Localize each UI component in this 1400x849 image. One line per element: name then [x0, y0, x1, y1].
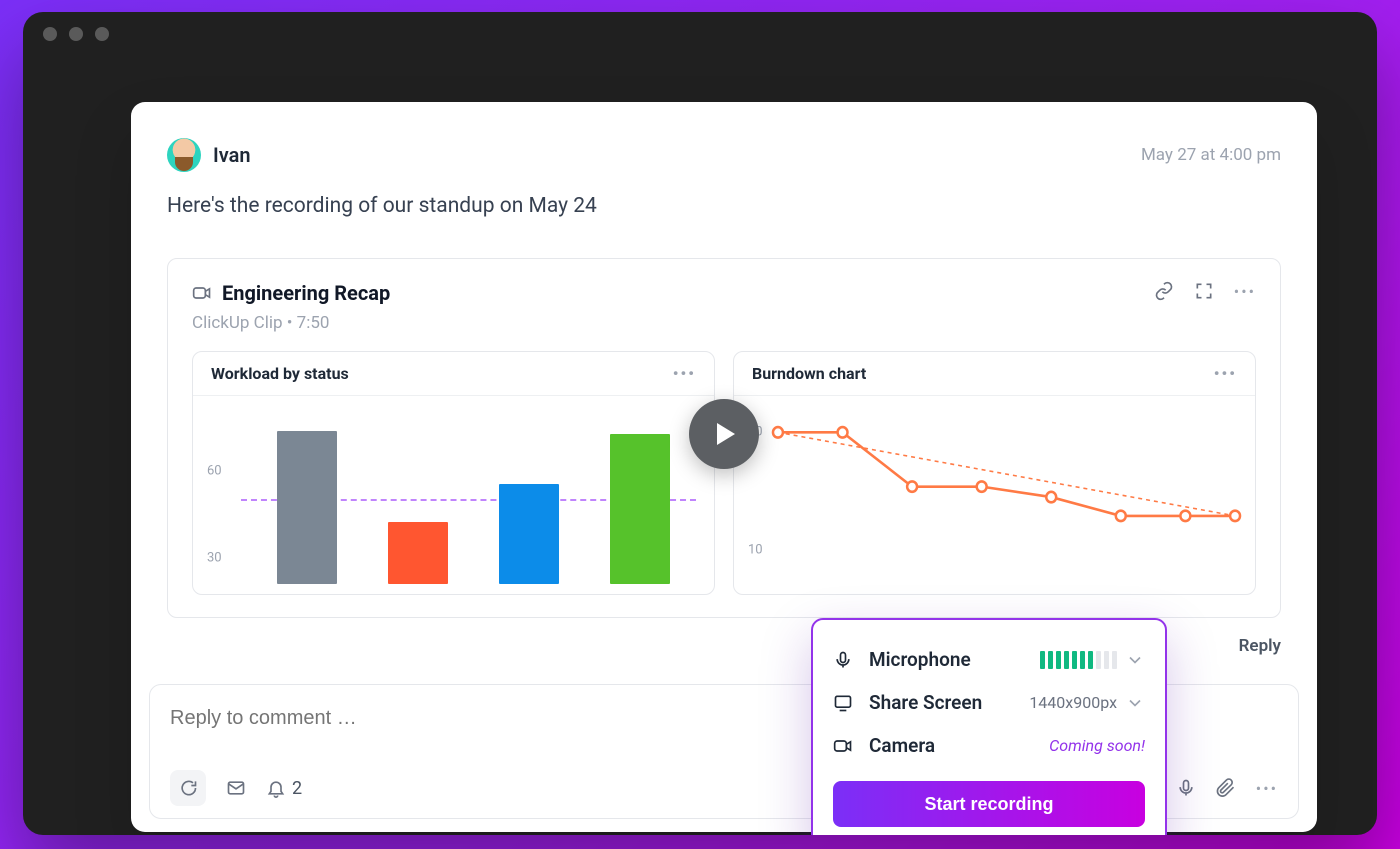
comment: Ivan May 27 at 4:00 pm Here's the record…	[131, 102, 1317, 236]
author-name: Ivan	[213, 143, 251, 167]
y-tick-10: 10	[748, 543, 763, 558]
chart-workload: Workload by status ••• 60 30	[192, 351, 715, 595]
recording-popover: Microphone Share Screen 1440x	[811, 618, 1167, 835]
traffic-light-minimize[interactable]	[69, 27, 83, 41]
y-tick-60: 60	[207, 464, 222, 479]
more-icon[interactable]: •••	[1234, 282, 1256, 301]
bar-2	[388, 522, 448, 584]
composer-more-icon[interactable]: •••	[1256, 779, 1278, 798]
start-recording-button[interactable]: Start recording	[833, 781, 1145, 827]
traffic-light-zoom[interactable]	[95, 27, 109, 41]
mic-label: Microphone	[869, 648, 971, 671]
mail-icon[interactable]	[226, 778, 246, 798]
mic-meter	[1040, 651, 1117, 669]
comment-mode-icon[interactable]	[170, 770, 206, 806]
clip-card: Engineering Recap ClickUp Clip • 7:50 ••…	[167, 258, 1281, 618]
chart-burndown-title: Burndown chart	[752, 364, 866, 383]
notification-count-value: 2	[292, 778, 302, 799]
link-icon[interactable]	[1154, 281, 1174, 301]
bar-1	[277, 431, 337, 584]
comments-panel: Ivan May 27 at 4:00 pm Here's the record…	[131, 102, 1317, 832]
share-value: 1440x900px	[1029, 693, 1117, 712]
popover-camera-row: Camera Coming soon!	[833, 724, 1145, 767]
camera-note: Coming soon!	[1049, 736, 1145, 755]
play-icon	[715, 421, 737, 447]
popover-share-row[interactable]: Share Screen 1440x900px	[833, 681, 1145, 724]
share-label: Share Screen	[869, 691, 982, 714]
play-button[interactable]	[689, 399, 759, 469]
popover-mic-row[interactable]: Microphone	[833, 638, 1145, 681]
bar-chart-area: 60 30	[193, 396, 714, 594]
y-tick-30: 30	[207, 551, 222, 566]
microphone-icon	[833, 650, 853, 670]
traffic-light-close[interactable]	[43, 27, 57, 41]
native-window: Ivan May 27 at 4:00 pm Here's the record…	[23, 12, 1377, 835]
comment-header: Ivan May 27 at 4:00 pm	[167, 138, 1281, 172]
bar-4	[610, 434, 670, 584]
chart-burndown-more-icon[interactable]: •••	[1214, 364, 1237, 383]
notification-count[interactable]: 2	[266, 778, 302, 799]
chart-burndown: Burndown chart ••• 20 10	[733, 351, 1256, 595]
clip-title: Engineering Recap	[222, 281, 390, 305]
chevron-down-icon	[1125, 650, 1145, 670]
clip-header: Engineering Recap ClickUp Clip • 7:50 ••…	[192, 281, 1256, 333]
clip-meta: ClickUp Clip • 7:50	[192, 313, 390, 333]
titlebar	[23, 12, 1377, 56]
attachment-icon[interactable]	[1216, 778, 1236, 798]
mic-icon[interactable]	[1176, 778, 1196, 798]
avatar	[167, 138, 201, 172]
chevron-down-icon	[1125, 693, 1145, 713]
charts-row: Workload by status ••• 60 30	[192, 351, 1256, 595]
screen-icon	[833, 693, 853, 713]
camera-label: Camera	[869, 734, 935, 757]
expand-icon[interactable]	[1194, 281, 1214, 301]
comment-author: Ivan	[167, 138, 251, 172]
chart-workload-more-icon[interactable]: •••	[673, 364, 696, 383]
bar-3	[499, 484, 559, 584]
comment-body: Here's the recording of our standup on M…	[167, 194, 1281, 218]
chart-workload-title: Workload by status	[211, 364, 349, 383]
comment-timestamp: May 27 at 4:00 pm	[1141, 145, 1281, 165]
burndown-svg	[768, 401, 1245, 589]
reply-button[interactable]: Reply	[1239, 636, 1281, 656]
camera-icon	[833, 736, 853, 756]
video-icon	[192, 283, 212, 303]
line-chart-area: 20 10	[734, 396, 1255, 594]
